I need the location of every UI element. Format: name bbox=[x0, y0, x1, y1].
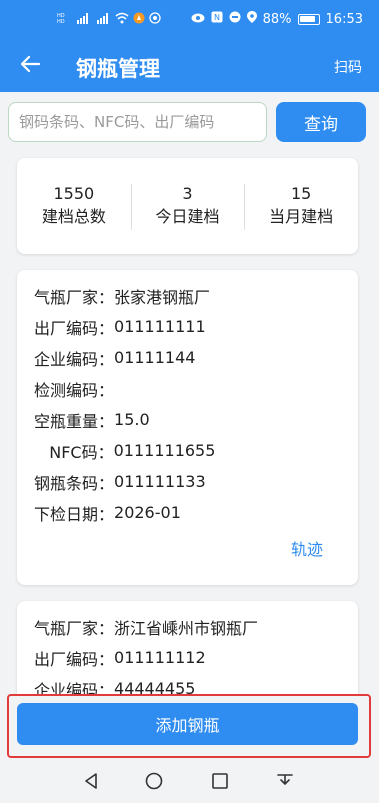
back-button[interactable] bbox=[12, 50, 48, 82]
cylinder-card[interactable]: 气瓶厂家： 张家港钢瓶厂 出厂编码： 011111111 企业编码： 01111144… bbox=[17, 270, 358, 585]
info-row: NFC码： 0111111655 bbox=[34, 435, 342, 466]
row-label: 企业编码： bbox=[34, 349, 115, 369]
row-label: NFC码： bbox=[34, 442, 114, 462]
add-cylinder-button[interactable]: 添加钢瓶 bbox=[17, 703, 358, 745]
info-row: 下检日期： 2026-01 bbox=[34, 497, 342, 528]
row-value: 2026-01 bbox=[114, 503, 181, 522]
nav-back-button[interactable] bbox=[79, 771, 103, 795]
row-value: 浙江省嵊州市钢瓶厂 bbox=[114, 618, 259, 638]
status-right-icons: N 88% 16:53 bbox=[191, 11, 363, 27]
location-icon bbox=[149, 12, 161, 27]
nfc-icon: N bbox=[211, 11, 223, 27]
info-row: 钢瓶条码： 011111133 bbox=[34, 466, 342, 497]
stat-month: 15 当月建档 bbox=[244, 158, 358, 254]
nav-home-button[interactable] bbox=[142, 771, 166, 795]
info-row: 出厂编码： 011111111 bbox=[34, 311, 342, 342]
stats-card: 1550 建档总数 3 今日建档 15 当月建档 bbox=[17, 158, 358, 254]
stat-value: 1550 bbox=[53, 184, 95, 203]
query-button[interactable]: 查询 bbox=[276, 102, 366, 142]
row-label: 下检日期： bbox=[34, 504, 115, 524]
row-value: 15.0 bbox=[114, 410, 150, 429]
search-input[interactable] bbox=[8, 102, 267, 142]
svg-text:N: N bbox=[214, 13, 220, 22]
status-left-icons: HD HD bbox=[57, 12, 161, 27]
hd-icon: HD HD bbox=[57, 12, 71, 27]
page-title: 钢瓶管理 bbox=[76, 57, 160, 81]
pull-down-icon bbox=[276, 772, 294, 794]
eye-icon bbox=[191, 12, 205, 27]
clock: 16:53 bbox=[325, 11, 363, 27]
info-row: 企业编码： 01111144 bbox=[34, 342, 342, 373]
scan-button[interactable]: 扫码 bbox=[334, 57, 362, 77]
stat-value: 15 bbox=[291, 184, 312, 203]
location-pin-icon bbox=[246, 11, 257, 27]
stat-value: 3 bbox=[182, 184, 193, 203]
stat-today: 3 今日建档 bbox=[130, 158, 245, 254]
row-value: 011111133 bbox=[114, 472, 206, 491]
dnd-icon bbox=[229, 11, 241, 27]
row-value: 011111112 bbox=[114, 648, 206, 667]
row-label: 钢瓶条码： bbox=[34, 473, 115, 493]
row-label: 检测编码： bbox=[34, 380, 115, 400]
info-row: 检测编码： bbox=[34, 373, 342, 404]
stat-label: 当月建档 bbox=[269, 207, 334, 226]
system-nav-bar bbox=[0, 762, 379, 803]
app-bar: 钢瓶管理 扫码 bbox=[0, 40, 379, 92]
arrow-left-icon bbox=[20, 55, 41, 77]
track-link[interactable]: 轨迹 bbox=[291, 536, 323, 560]
row-value: 张家港钢瓶厂 bbox=[114, 287, 211, 307]
battery-percent: 88% bbox=[262, 11, 292, 27]
row-value: 0111111655 bbox=[113, 441, 216, 460]
nav-menu-button[interactable] bbox=[273, 771, 297, 795]
stat-total: 1550 建档总数 bbox=[17, 158, 131, 254]
row-value: 01111144 bbox=[114, 348, 196, 367]
row-value: 011111111 bbox=[114, 317, 206, 336]
signal-icon bbox=[75, 12, 91, 27]
row-label: 出厂编码： bbox=[34, 649, 115, 669]
info-row: 空瓶重量： 15.0 bbox=[34, 404, 342, 435]
square-recents-icon bbox=[211, 772, 229, 794]
row-label: 气瓶厂家： bbox=[34, 287, 115, 307]
info-row: 气瓶厂家： 浙江省嵊州市钢瓶厂 bbox=[34, 611, 342, 642]
wifi-icon bbox=[115, 12, 129, 27]
row-label: 空瓶重量： bbox=[34, 411, 115, 431]
battery-icon bbox=[297, 13, 320, 25]
info-row: 气瓶厂家： 张家港钢瓶厂 bbox=[34, 280, 342, 311]
info-row: 出厂编码： 011111112 bbox=[34, 642, 342, 673]
circle-home-icon bbox=[145, 772, 163, 794]
nav-recents-button[interactable] bbox=[208, 771, 232, 795]
signal-icon bbox=[95, 12, 111, 27]
triangle-back-icon bbox=[83, 772, 99, 794]
stat-label: 今日建档 bbox=[155, 207, 220, 226]
status-bar: HD HD N 88% 16:53 bbox=[0, 0, 379, 40]
row-label: 出厂编码： bbox=[34, 318, 115, 338]
svg-text:HD: HD bbox=[57, 19, 65, 24]
row-label: 气瓶厂家： bbox=[34, 618, 115, 638]
notification-icon bbox=[133, 12, 145, 27]
stat-label: 建档总数 bbox=[41, 207, 106, 226]
